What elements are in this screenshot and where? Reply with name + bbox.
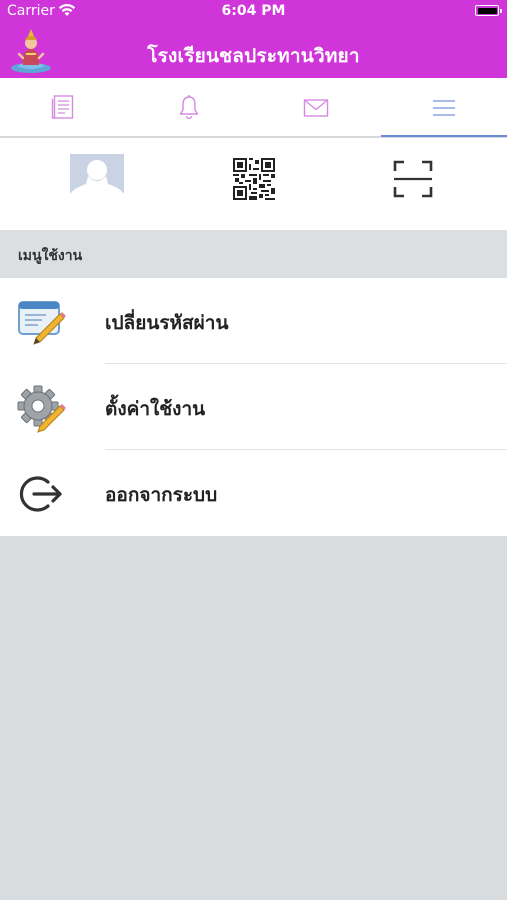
settings-gear-icon [17, 385, 66, 433]
menu-item-label: ออกจากระบบ [105, 484, 218, 506]
document-icon [51, 95, 74, 119]
tab-messages[interactable] [253, 78, 379, 136]
envelope-icon [303, 99, 329, 117]
qr-code-icon [232, 158, 275, 200]
active-tab-indicator [381, 135, 507, 137]
quick-actions [0, 138, 507, 230]
tab-news[interactable] [0, 78, 126, 136]
qr-code-button[interactable] [169, 138, 338, 230]
tab-notifications[interactable] [126, 78, 252, 136]
menu-item-logout[interactable]: ออกจากระบบ [0, 450, 507, 536]
status-time: 6:04 PM [221, 3, 286, 19]
top-bar: Carrier 6:04 PM โรงเรียนชลประทานวิทยา [0, 0, 507, 78]
tab-menu[interactable] [381, 78, 507, 137]
status-bar: Carrier 6:04 PM [0, 0, 507, 24]
section-header: เมนูใช้งาน [0, 230, 507, 278]
hamburger-icon [433, 100, 455, 116]
tab-bar [0, 78, 507, 137]
menu-item-settings[interactable]: ตั้งค่าใช้งาน [0, 364, 507, 450]
scan-button[interactable] [328, 138, 497, 230]
menu-item-label: ตั้งค่าใช้งาน [105, 398, 206, 420]
menu-item-change-password[interactable]: เปลี่ยนรหัสผ่าน [0, 278, 507, 364]
scan-frame-icon [393, 160, 432, 198]
menu-item-label: เปลี่ยนรหัสผ่าน [105, 312, 229, 334]
profile-button[interactable] [12, 138, 181, 230]
bell-icon [179, 95, 199, 120]
menu-list: เปลี่ยนรหัสผ่าน ตั้งค่าใช้งาน ออกจากระบบ [0, 278, 507, 536]
edit-form-icon [18, 301, 66, 345]
battery-icon [475, 5, 502, 16]
logout-icon [19, 476, 62, 512]
avatar-placeholder-icon [69, 154, 124, 204]
page-title: โรงเรียนชลประทานวิทยา [147, 45, 360, 67]
section-title: เมนูใช้งาน [18, 248, 83, 264]
